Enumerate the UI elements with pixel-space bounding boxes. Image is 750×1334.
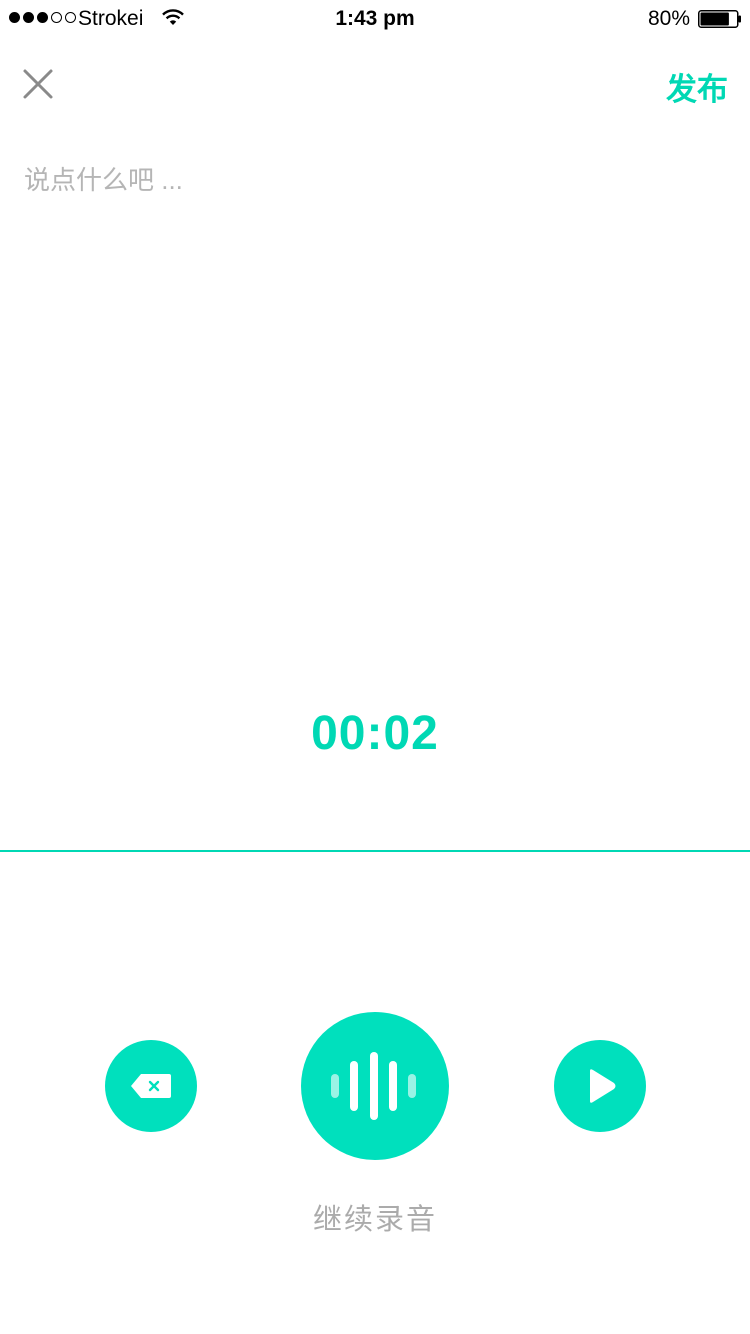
close-icon (23, 69, 53, 99)
delete-recording-button[interactable] (105, 1040, 197, 1132)
voice-post-screen: Strokei 1:43 pm 80% 发布 00:02 (0, 0, 750, 1334)
publish-button[interactable]: 发布 (666, 64, 728, 109)
post-text-input[interactable] (24, 160, 724, 640)
backspace-icon (131, 1074, 171, 1098)
waveform-icon (331, 1052, 416, 1120)
record-button[interactable] (301, 1012, 449, 1160)
continue-recording-label: 继续录音 (312, 1204, 437, 1236)
recording-timer: 00:02 (311, 707, 439, 760)
status-time: 1:43 pm (335, 7, 415, 30)
battery-icon (698, 10, 741, 28)
status-bar: Strokei 1:43 pm 80% (0, 0, 750, 40)
play-icon (590, 1069, 616, 1103)
close-button[interactable] (16, 62, 60, 106)
play-button[interactable] (554, 1040, 646, 1132)
divider (0, 850, 750, 852)
battery-percent: 80% (647, 7, 690, 30)
